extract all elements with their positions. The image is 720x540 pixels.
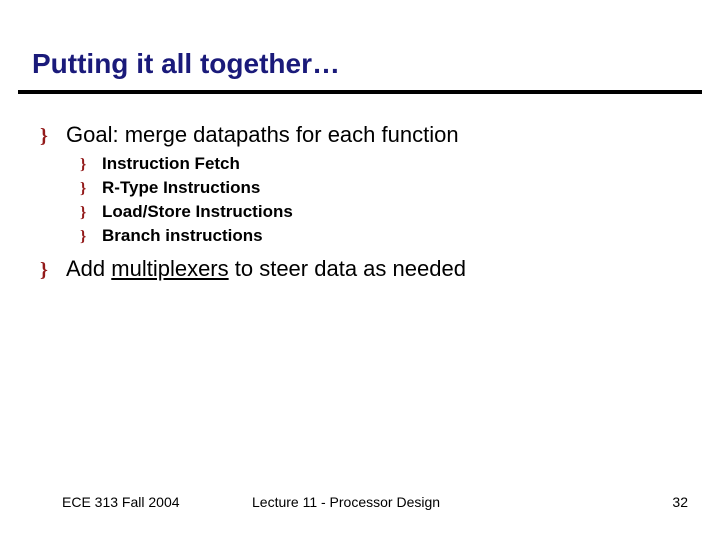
slide-footer: ECE 313 Fall 2004 Lecture 11 - Processor… <box>0 494 720 510</box>
bullet-sub-3: } Load/Store Instructions <box>80 202 720 222</box>
bullet-sub-1: } Instruction Fetch <box>80 154 720 174</box>
bullet-text: Branch instructions <box>102 226 263 246</box>
text-underlined: multiplexers <box>111 256 228 281</box>
bullet-sub-2: } R-Type Instructions <box>80 178 720 198</box>
bullet-sub-4: } Branch instructions <box>80 226 720 246</box>
bullet-main-1: } Goal: merge datapaths for each functio… <box>40 122 720 148</box>
footer-page-number: 32 <box>648 494 688 510</box>
footer-center: Lecture 11 - Processor Design <box>252 494 648 510</box>
bullet-text: Goal: merge datapaths for each function <box>66 122 459 148</box>
slide-title: Putting it all together… <box>0 0 720 90</box>
footer-left: ECE 313 Fall 2004 <box>62 494 252 510</box>
slide-content: } Goal: merge datapaths for each functio… <box>0 94 720 282</box>
bullet-text: R-Type Instructions <box>102 178 260 198</box>
bullet-icon: } <box>80 156 102 174</box>
bullet-icon: } <box>40 259 66 282</box>
bullet-icon: } <box>40 125 66 148</box>
bullet-main-2: } Add multiplexers to steer data as need… <box>40 256 720 282</box>
bullet-icon: } <box>80 204 102 222</box>
text-pre: Add <box>66 256 111 281</box>
bullet-text: Add multiplexers to steer data as needed <box>66 256 466 282</box>
bullet-text: Load/Store Instructions <box>102 202 293 222</box>
bullet-text: Instruction Fetch <box>102 154 240 174</box>
bullet-icon: } <box>80 228 102 246</box>
bullet-icon: } <box>80 180 102 198</box>
text-post: to steer data as needed <box>229 256 466 281</box>
